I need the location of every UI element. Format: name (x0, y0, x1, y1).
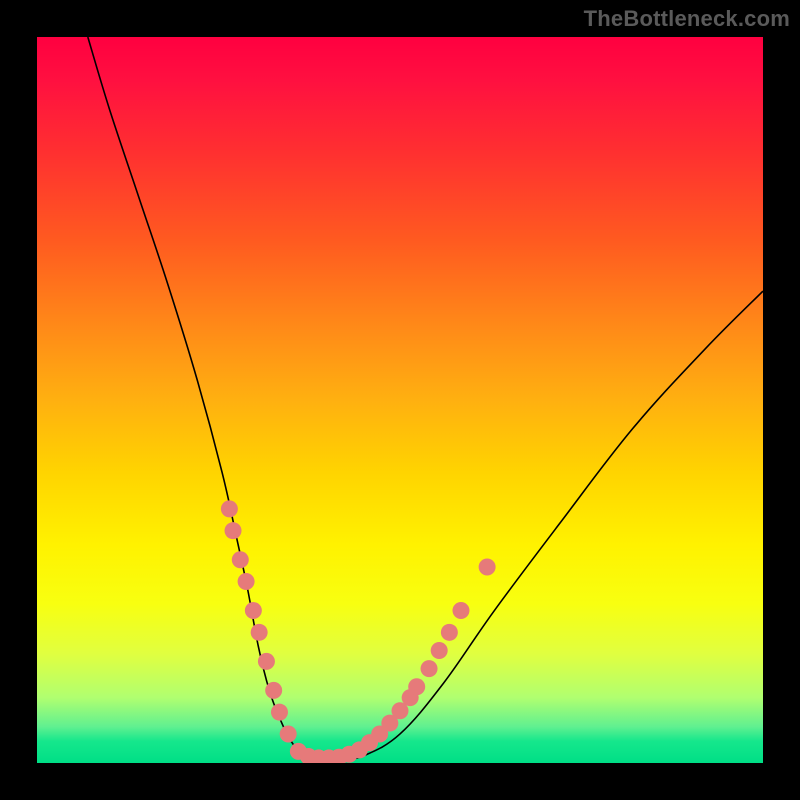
highlight-dot (265, 682, 282, 699)
highlight-dot (452, 602, 469, 619)
highlight-dot (245, 602, 262, 619)
highlight-dot (479, 558, 496, 575)
watermark-text: TheBottleneck.com (584, 6, 790, 32)
chart-root: TheBottleneck.com (0, 0, 800, 800)
highlight-dot (232, 551, 249, 568)
highlight-dots-group (221, 500, 496, 763)
plot-area (37, 37, 763, 763)
highlight-dot (221, 500, 238, 517)
highlight-dot (238, 573, 255, 590)
highlight-dot (271, 704, 288, 721)
highlight-dot (421, 660, 438, 677)
highlight-dot (251, 624, 268, 641)
highlight-dot (431, 642, 448, 659)
chart-svg (37, 37, 763, 763)
highlight-dot (408, 678, 425, 695)
highlight-dot (441, 624, 458, 641)
highlight-dot (225, 522, 242, 539)
highlight-dot (258, 653, 275, 670)
highlight-dot (280, 725, 297, 742)
bottleneck-curve (88, 37, 763, 760)
